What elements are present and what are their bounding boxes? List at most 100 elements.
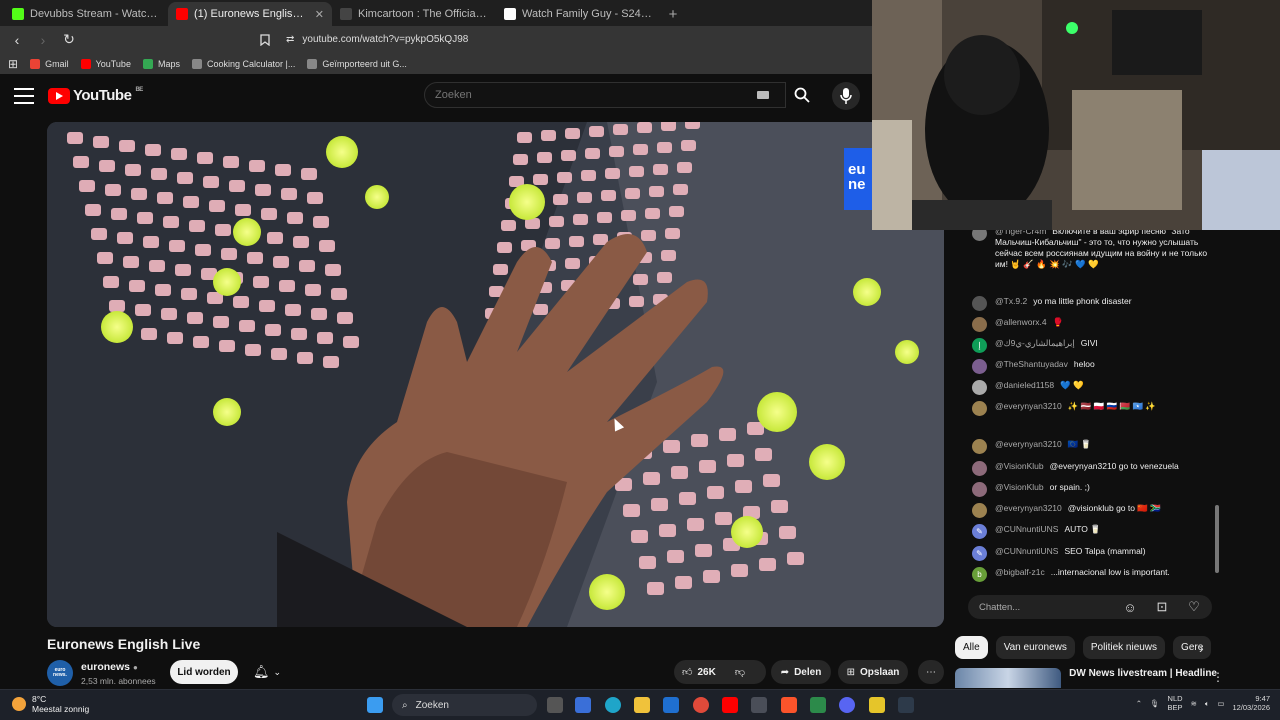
- language-indicator[interactable]: NLD BEP: [1168, 694, 1183, 712]
- chat-author[interactable]: @allenworx.4: [995, 317, 1047, 327]
- bookmark-item[interactable]: Geïmporteerd uit G...: [307, 58, 407, 69]
- chat-author[interactable]: @Tiger-Cr4m: [995, 230, 1046, 236]
- youtube-app-icon[interactable]: [722, 697, 738, 713]
- voice-search-button[interactable]: [832, 82, 860, 110]
- super-chat-icon[interactable]: ⊡: [1154, 599, 1170, 615]
- channel-avatar[interactable]: euro news.: [47, 660, 73, 686]
- puzzle-app-icon[interactable]: [810, 697, 826, 713]
- bookmark-star-icon[interactable]: [254, 29, 276, 51]
- chat-avatar[interactable]: [972, 482, 987, 497]
- filter-chip[interactable]: Politiek nieuws: [1082, 636, 1166, 659]
- chat-author[interactable]: @everynyan3210: [995, 503, 1062, 513]
- filter-chip[interactable]: Alle: [955, 636, 988, 659]
- chat-avatar[interactable]: b: [972, 567, 987, 582]
- chat-avatar[interactable]: [972, 461, 987, 476]
- address-bar[interactable]: ⇄ youtube.com/watch?v=pykpO5kQJ98: [280, 28, 870, 51]
- close-icon[interactable]: ✕: [315, 8, 324, 21]
- notification-bell-button[interactable]: 🔔︎ ⌄: [246, 660, 288, 684]
- chat-avatar[interactable]: [972, 439, 987, 454]
- reload-icon[interactable]: ↻: [58, 29, 80, 51]
- related-video-thumbnail[interactable]: [955, 668, 1062, 688]
- related-video-item[interactable]: DW News livestream | Headline: [955, 668, 1217, 688]
- outlook-icon[interactable]: [663, 697, 679, 713]
- related-video-title[interactable]: DW News livestream | Headline: [1069, 668, 1217, 688]
- edge-icon[interactable]: [605, 697, 621, 713]
- bookmark-item[interactable]: Maps: [142, 58, 180, 69]
- new-tab-icon[interactable]: +: [660, 2, 686, 26]
- chat-avatar[interactable]: ✎: [972, 546, 987, 561]
- chat-author[interactable]: @إبراهيمالشاري-ي9ك: [995, 338, 1075, 348]
- brave-icon[interactable]: [781, 697, 797, 713]
- forward-icon[interactable]: ›: [32, 29, 54, 51]
- chat-author[interactable]: @VisionKlub: [995, 482, 1044, 492]
- clock[interactable]: 9:47 12/03/2026: [1232, 694, 1270, 712]
- chat-avatar[interactable]: [972, 503, 987, 518]
- windows-start-icon[interactable]: [367, 697, 383, 713]
- youtube-logo[interactable]: YouTube BE: [48, 87, 143, 104]
- chat-author[interactable]: @bigbalf-z1c: [995, 567, 1045, 577]
- site-info-icon[interactable]: ⇄: [286, 34, 294, 45]
- bookmark-item[interactable]: YouTube: [80, 58, 131, 69]
- chips-next-icon[interactable]: ›: [1199, 640, 1204, 656]
- chat-author[interactable]: @everynyan3210: [995, 439, 1062, 449]
- extra-app-icon[interactable]: [898, 697, 914, 713]
- dislike-icon[interactable]: 👎︎: [735, 666, 745, 678]
- battery-icon[interactable]: ▭: [1217, 699, 1224, 708]
- store-icon[interactable]: [575, 697, 591, 713]
- search-input[interactable]: [435, 89, 757, 101]
- chat-author[interactable]: @everynyan3210: [995, 401, 1062, 411]
- filter-chip[interactable]: Gere: [1173, 636, 1212, 659]
- like-icon[interactable]: 👍︎: [682, 666, 692, 678]
- tray-overflow-icon[interactable]: ⌃: [1136, 699, 1142, 708]
- keyboard-icon[interactable]: [757, 91, 769, 99]
- chat-avatar[interactable]: [972, 401, 987, 416]
- chat-avatar[interactable]: [972, 296, 987, 311]
- microphone-tray-icon[interactable]: 🎙︎: [1150, 699, 1160, 708]
- bookmark-item[interactable]: Cooking Calculator |...: [191, 58, 295, 69]
- wifi-icon[interactable]: ≋: [1191, 699, 1197, 708]
- chat-author[interactable]: @danieled1158: [995, 380, 1054, 390]
- chat-author[interactable]: @CUNnuntiUNS: [995, 546, 1058, 556]
- game-app-icon[interactable]: [869, 697, 885, 713]
- back-icon[interactable]: ‹: [6, 29, 28, 51]
- chat-avatar[interactable]: [972, 359, 987, 374]
- bookmark-item[interactable]: Gmail: [30, 58, 69, 69]
- chat-author[interactable]: @Tx.9.2: [995, 296, 1027, 306]
- chat-author[interactable]: @TheShantuyadav: [995, 359, 1068, 369]
- chrome-icon[interactable]: [693, 697, 709, 713]
- emoji-icon[interactable]: ☺: [1122, 599, 1138, 615]
- filter-chip[interactable]: Van euronews: [995, 636, 1075, 659]
- chat-author[interactable]: @VisionKlub: [995, 461, 1044, 471]
- chat-avatar[interactable]: [972, 230, 987, 241]
- join-button[interactable]: Lid worden: [170, 660, 238, 684]
- chat-scrollbar[interactable]: [1215, 505, 1219, 573]
- browser-tab[interactable]: Watch Family Guy - S24E3 | Online H: [496, 2, 660, 26]
- file-explorer-icon[interactable]: [634, 697, 650, 713]
- share-button[interactable]: ➦ Delen: [771, 660, 831, 684]
- browser-tab[interactable]: Kimcartoon : The Official Home | kim: [332, 2, 496, 26]
- discord-icon[interactable]: [839, 697, 855, 713]
- like-count[interactable]: 26K: [697, 667, 715, 678]
- save-button[interactable]: ⊞ Opslaan: [838, 660, 908, 684]
- chat-avatar[interactable]: [972, 317, 987, 332]
- task-view-icon[interactable]: [547, 697, 563, 713]
- heart-icon[interactable]: ♡: [1186, 599, 1202, 615]
- chat-input[interactable]: Chatten...: [968, 595, 1212, 619]
- volume-icon[interactable]: 🔈︎: [1205, 699, 1210, 708]
- chat-avatar[interactable]: [972, 380, 987, 395]
- more-actions-button[interactable]: ⋯: [918, 660, 944, 684]
- menu-icon[interactable]: [14, 88, 34, 104]
- weather-widget[interactable]: 8°C Meestal zonnig: [12, 694, 89, 714]
- chat-author[interactable]: @CUNnuntiUNS: [995, 524, 1058, 534]
- taskbar-search[interactable]: ⌕ Zoeken: [392, 694, 537, 716]
- calculator-icon[interactable]: [751, 697, 767, 713]
- related-more-icon[interactable]: ⋮: [1212, 670, 1224, 684]
- video-player[interactable]: eu ne: [47, 122, 944, 627]
- channel-name[interactable]: euronews: [81, 661, 130, 673]
- apps-grid-icon[interactable]: ⊞: [8, 57, 18, 71]
- chat-avatar[interactable]: ✎: [972, 524, 987, 539]
- browser-tab[interactable]: Devubbs Stream - Watch Live on: [4, 2, 168, 26]
- search-button[interactable]: [786, 82, 818, 108]
- chat-avatar[interactable]: إ: [972, 338, 987, 353]
- browser-tab[interactable]: (1) Euronews English Live - YouTube ✕: [168, 2, 332, 26]
